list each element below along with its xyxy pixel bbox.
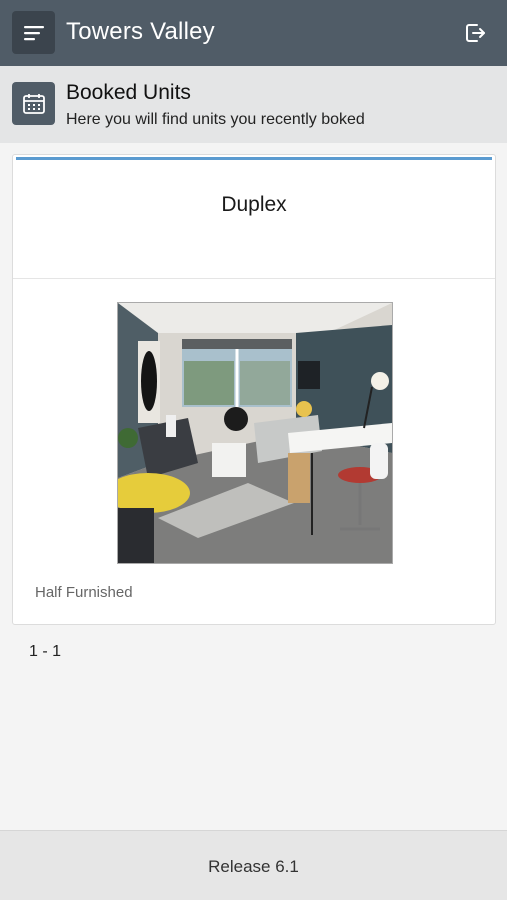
menu-button[interactable]	[12, 11, 55, 54]
pagination-range: 1 - 1	[29, 643, 62, 660]
logout-button[interactable]	[461, 19, 489, 47]
card-accent-bar	[16, 157, 492, 160]
app-footer: Release 6.1	[0, 830, 507, 900]
logout-icon	[466, 24, 485, 42]
unit-photo[interactable]	[117, 302, 393, 564]
page-subtitle: Here you will find units you recently bo…	[66, 111, 365, 128]
top-app-bar: Towers Valley	[0, 0, 507, 66]
release-version: Release 6.1	[208, 857, 299, 876]
unit-card[interactable]: Duplex Half Furnished	[12, 154, 496, 625]
menu-icon	[23, 25, 44, 40]
calendar-icon	[22, 93, 45, 114]
unit-photo-illustration	[118, 303, 392, 563]
unit-name: Duplex	[221, 193, 287, 216]
page-header-icon-tile	[12, 82, 55, 125]
unit-furnishing: Half Furnished	[35, 584, 133, 601]
card-divider	[13, 278, 495, 279]
app-title: Towers Valley	[66, 18, 215, 45]
page-header: Booked Units Here you will find units yo…	[0, 66, 507, 143]
page-title: Booked Units	[66, 81, 191, 104]
